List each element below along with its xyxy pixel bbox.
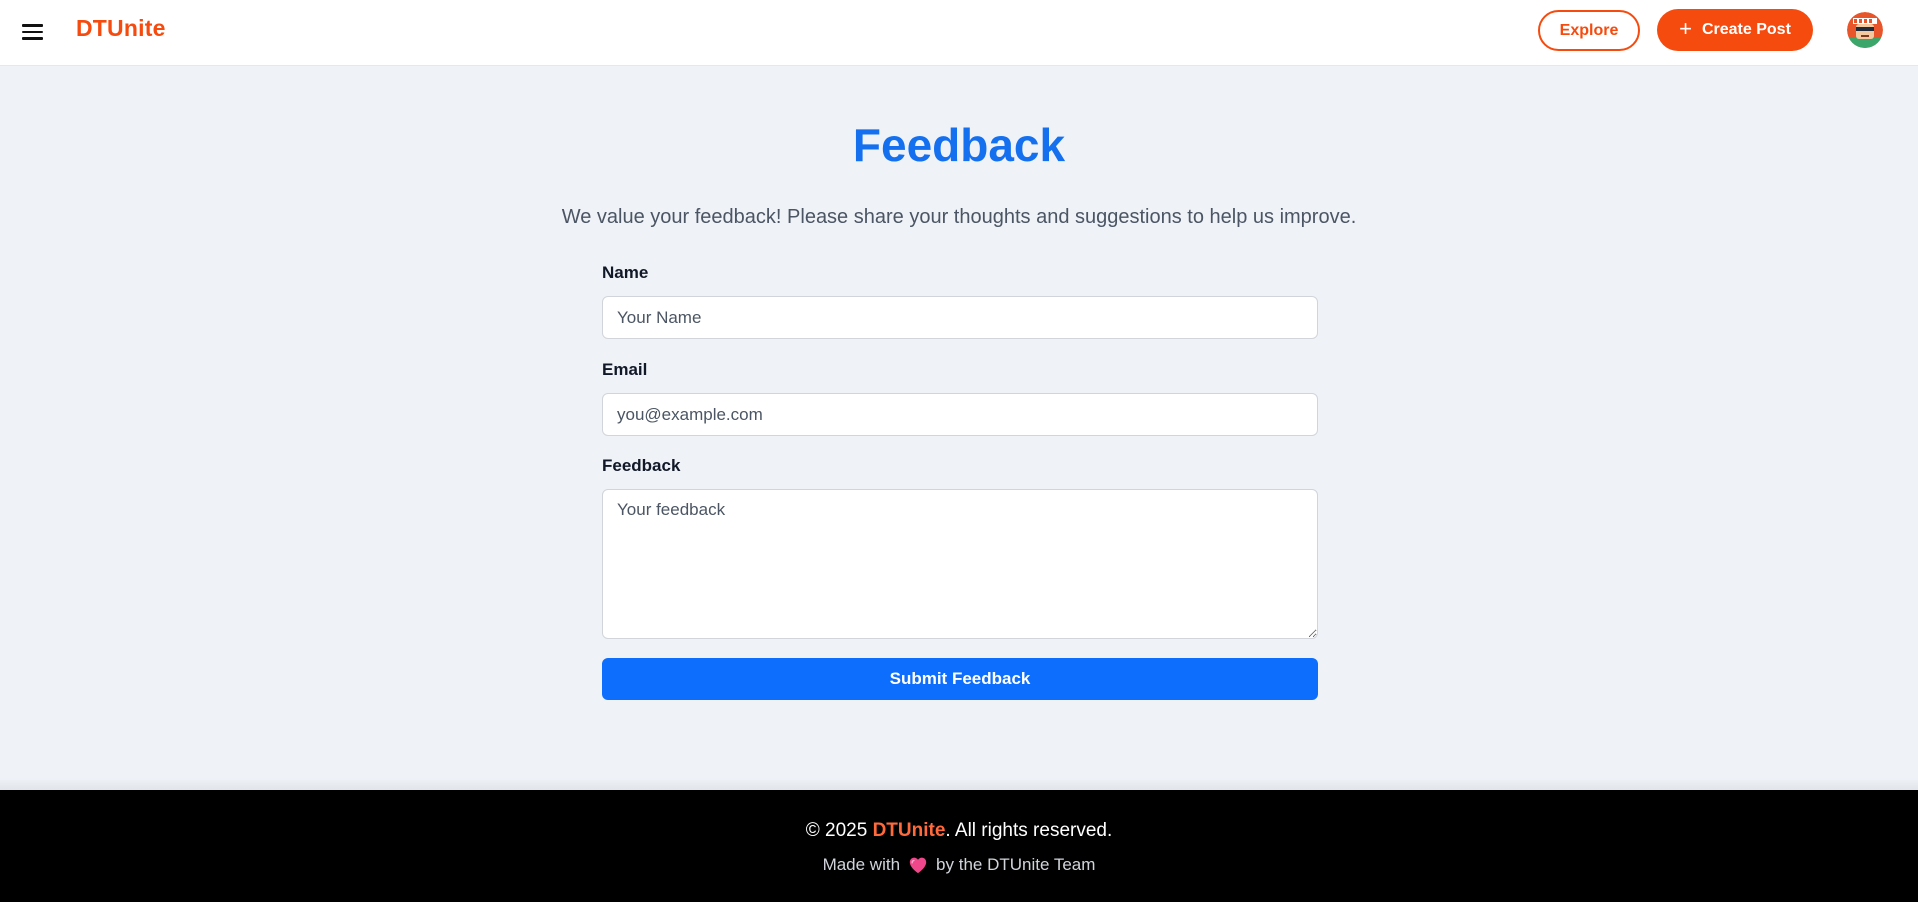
user-avatar[interactable]: [1847, 12, 1883, 48]
avatar-icon: [1847, 12, 1883, 48]
copyright-prefix: © 2025: [805, 820, 873, 841]
name-label: Name: [602, 263, 649, 282]
name-input[interactable]: [602, 296, 1318, 339]
explore-button[interactable]: Explore: [1538, 10, 1640, 51]
brand-logo[interactable]: DTUnite: [76, 15, 166, 42]
footer-shadow: [0, 778, 1918, 790]
submit-feedback-button[interactable]: Submit Feedback: [602, 658, 1318, 700]
create-post-label: Create Post: [1701, 21, 1791, 38]
copyright-text: © 2025 DTUnite. All rights reserved.: [0, 820, 1918, 842]
copyright-suffix: . All rights reserved.: [945, 820, 1113, 841]
page-subtitle: We value your feedback! Please share you…: [561, 206, 1357, 228]
email-input[interactable]: [602, 393, 1318, 436]
made-with-text: Made with by the DTUnite Team: [0, 855, 1918, 875]
page-title: Feedback: [852, 119, 1066, 171]
feedback-label: Feedback: [602, 456, 681, 475]
create-post-button[interactable]: + Create Post: [1657, 9, 1813, 51]
email-label: Email: [602, 360, 648, 379]
copyright-brand: DTUnite: [872, 820, 946, 841]
footer: © 2025 DTUnite. All rights reserved. Mad…: [0, 790, 1918, 902]
hamburger-menu-icon[interactable]: [22, 20, 50, 44]
heart-icon: [909, 857, 927, 874]
made-with-prefix: Made with: [822, 855, 901, 874]
plus-icon: +: [1679, 16, 1692, 41]
made-with-suffix: by the DTUnite Team: [936, 855, 1096, 874]
feedback-textarea[interactable]: [602, 489, 1318, 639]
top-navbar: DTUnite Explore + Create Post: [0, 0, 1918, 66]
